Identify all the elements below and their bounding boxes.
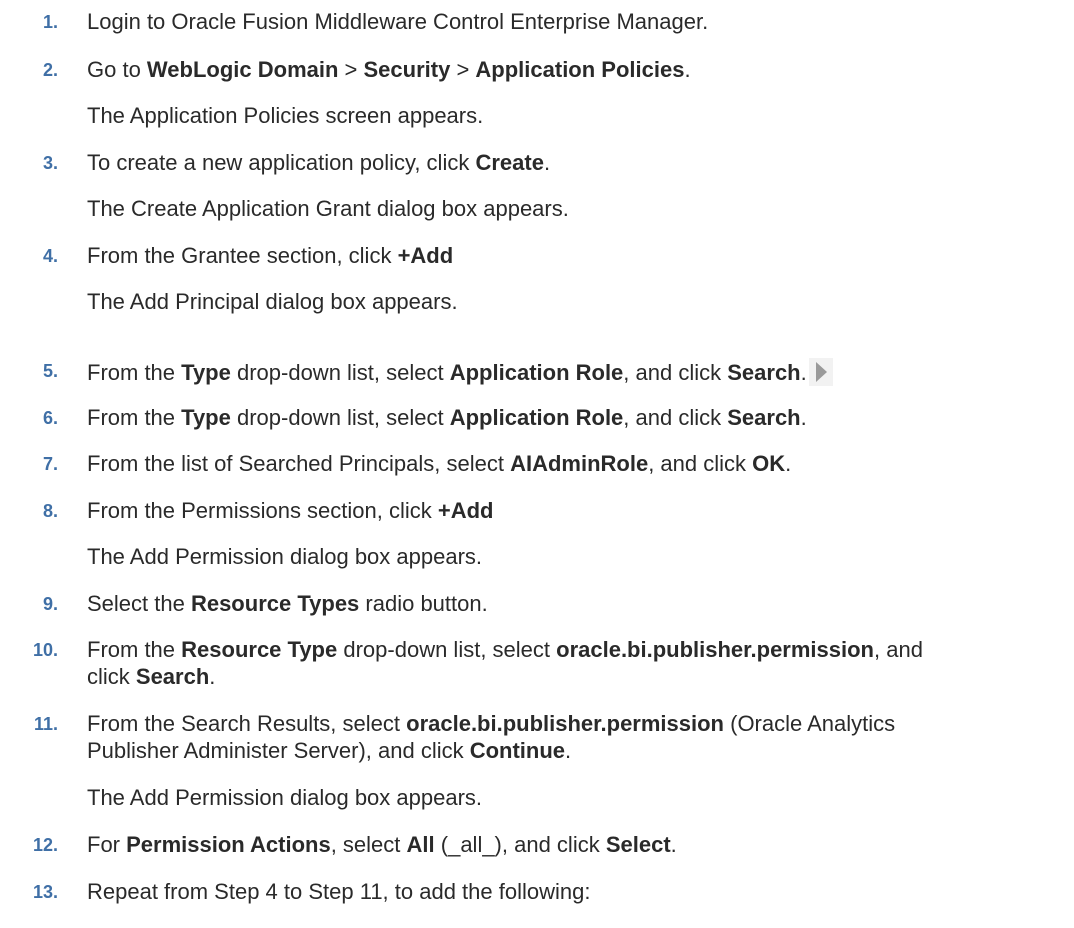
step-4-result: The Add Principal dialog box appears. [87,289,458,314]
step-text: From the Type drop-down list, select App… [87,405,807,430]
step-number: 5. [42,361,58,381]
menu-application-policies: Application Policies [475,57,685,82]
step-text: For Permission Actions, select All (_all… [87,832,677,857]
step-text: Repeat from Step 4 to Step 11, to add th… [87,879,591,904]
step-number: 12. [32,835,58,855]
step-number: 3. [42,153,58,173]
step-11-result: The Add Permission dialog box appears. [87,785,483,810]
step-number: 13. [32,882,58,902]
step-number: 11. [33,714,58,734]
triangle-right-icon [815,362,827,382]
instruction-document: 1. Login to Oracle Fusion Middleware Con… [0,0,1074,928]
menu-security: Security [363,57,451,82]
step-number: 1. [42,12,58,32]
menu-weblogic-domain: WebLogic Domain [146,57,339,82]
expand-arrow-icon[interactable] [808,358,833,386]
step-number: 6. [42,408,58,428]
step-text: From the list of Searched Principals, se… [87,451,792,476]
step-number: 7. [42,454,58,474]
step-text: From the Search Results, select oracle.b… [87,711,896,763]
step-number: 10. [32,640,58,660]
step-text: From the Permissions section, click +Add [87,498,494,523]
step-number: 2. [42,60,58,80]
step-text: Login to Oracle Fusion Middleware Contro… [87,9,709,34]
step-2-result: The Application Policies screen appears. [87,103,484,128]
step-8-result: The Add Permission dialog box appears. [87,544,483,569]
step-number: 4. [42,246,58,266]
step-text: From the Type drop-down list, select App… [87,358,1067,386]
step-text: To create a new application policy, clic… [87,150,551,175]
step-text: Go to WebLogic Domain > Security > Appli… [87,57,691,82]
step-number: 9. [42,594,58,614]
step-number: 8. [42,501,58,521]
step-text: From the Resource Type drop-down list, s… [87,637,923,689]
step-text: From the Grantee section, click +Add [87,243,454,268]
step-text: Select the Resource Types radio button. [87,591,488,616]
step-3-result: The Create Application Grant dialog box … [87,196,569,221]
